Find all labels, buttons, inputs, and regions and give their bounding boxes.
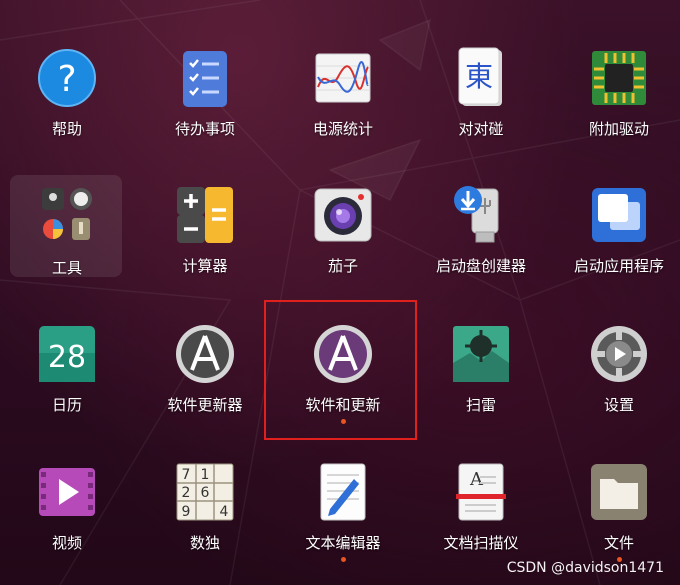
usb-creator-icon: [450, 184, 512, 246]
app-label: 电源统计: [312, 120, 373, 138]
app-label: 待办事项: [174, 120, 235, 138]
app-files[interactable]: 文件: [554, 457, 680, 577]
settings-icon: [588, 323, 650, 385]
app-calendar[interactable]: 28 日历: [2, 319, 132, 439]
app-label: 计算器: [182, 257, 228, 275]
app-label: 日历: [51, 396, 82, 414]
svg-text:6: 6: [201, 485, 210, 501]
camera-icon: [312, 184, 374, 246]
svg-text:1: 1: [201, 467, 210, 483]
app-label: 启动应用程序: [573, 257, 664, 275]
app-label: 文档扫描仪: [443, 534, 519, 552]
app-folder-tools[interactable]: 工具: [2, 182, 132, 302]
mines-icon: [450, 323, 512, 385]
app-power-statistics[interactable]: 电源统计: [278, 43, 408, 163]
help-icon: ?: [36, 47, 98, 109]
app-label: 文本编辑器: [305, 534, 381, 552]
app-calculator[interactable]: 计算器: [140, 180, 270, 300]
app-mahjongg[interactable]: 東 对对碰: [416, 43, 546, 163]
svg-text:?: ?: [57, 59, 76, 100]
svg-text:9: 9: [182, 504, 191, 520]
startup-apps-icon: [588, 184, 650, 246]
app-label: 茄子: [327, 257, 358, 275]
app-settings[interactable]: 设置: [554, 319, 680, 439]
power-statistics-icon: [312, 47, 374, 109]
app-software-updater[interactable]: 软件更新器: [140, 319, 270, 439]
svg-text:2: 2: [182, 485, 191, 501]
app-label: 启动盘创建器: [435, 257, 526, 275]
mahjongg-icon: 東: [450, 47, 512, 109]
app-help[interactable]: ? 帮助: [2, 43, 132, 163]
app-label: 附加驱动: [588, 120, 649, 138]
app-label: 软件更新器: [167, 396, 243, 414]
scanner-icon: A: [450, 461, 512, 523]
app-label: 帮助: [51, 120, 82, 138]
watermark: CSDN @davidson1471: [506, 560, 664, 576]
app-label: 工具: [51, 259, 82, 277]
app-label: 视频: [51, 534, 82, 552]
svg-text:A: A: [469, 469, 484, 490]
app-startup-applications[interactable]: 启动应用程序: [554, 180, 680, 300]
calendar-icon: 28: [36, 323, 98, 385]
selection-highlight: [264, 300, 417, 440]
todo-list-icon: [174, 47, 236, 109]
sudoku-icon: 71269 4: [174, 461, 236, 523]
running-indicator: [340, 557, 346, 562]
video-icon: [36, 461, 98, 523]
app-todo[interactable]: 待办事项: [140, 43, 270, 163]
app-label: 扫雷: [465, 396, 496, 414]
app-label: 对对碰: [458, 120, 504, 138]
app-text-editor[interactable]: 文本编辑器: [278, 457, 408, 577]
chip-icon: [588, 47, 650, 109]
folder-icon: [36, 186, 98, 248]
software-updater-icon: [174, 323, 236, 385]
files-icon: [588, 461, 650, 523]
app-label: 数独: [189, 534, 220, 552]
app-additional-drivers[interactable]: 附加驱动: [554, 43, 680, 163]
calculator-icon: [174, 184, 236, 246]
app-startup-disk-creator[interactable]: 启动盘创建器: [416, 180, 546, 300]
svg-text:東: 東: [465, 60, 493, 93]
text-editor-icon: [312, 461, 374, 523]
app-cheese[interactable]: 茄子: [278, 180, 408, 300]
svg-text:4: 4: [220, 504, 229, 520]
app-document-scanner[interactable]: A 文档扫描仪: [416, 457, 546, 577]
app-sudoku[interactable]: 71269 4 数独: [140, 457, 270, 577]
app-videos[interactable]: 视频: [2, 457, 132, 577]
svg-text:28: 28: [48, 340, 86, 375]
app-mines[interactable]: 扫雷: [416, 319, 546, 439]
svg-text:7: 7: [182, 467, 191, 483]
app-label: 文件: [603, 534, 634, 552]
app-label: 设置: [603, 396, 634, 414]
